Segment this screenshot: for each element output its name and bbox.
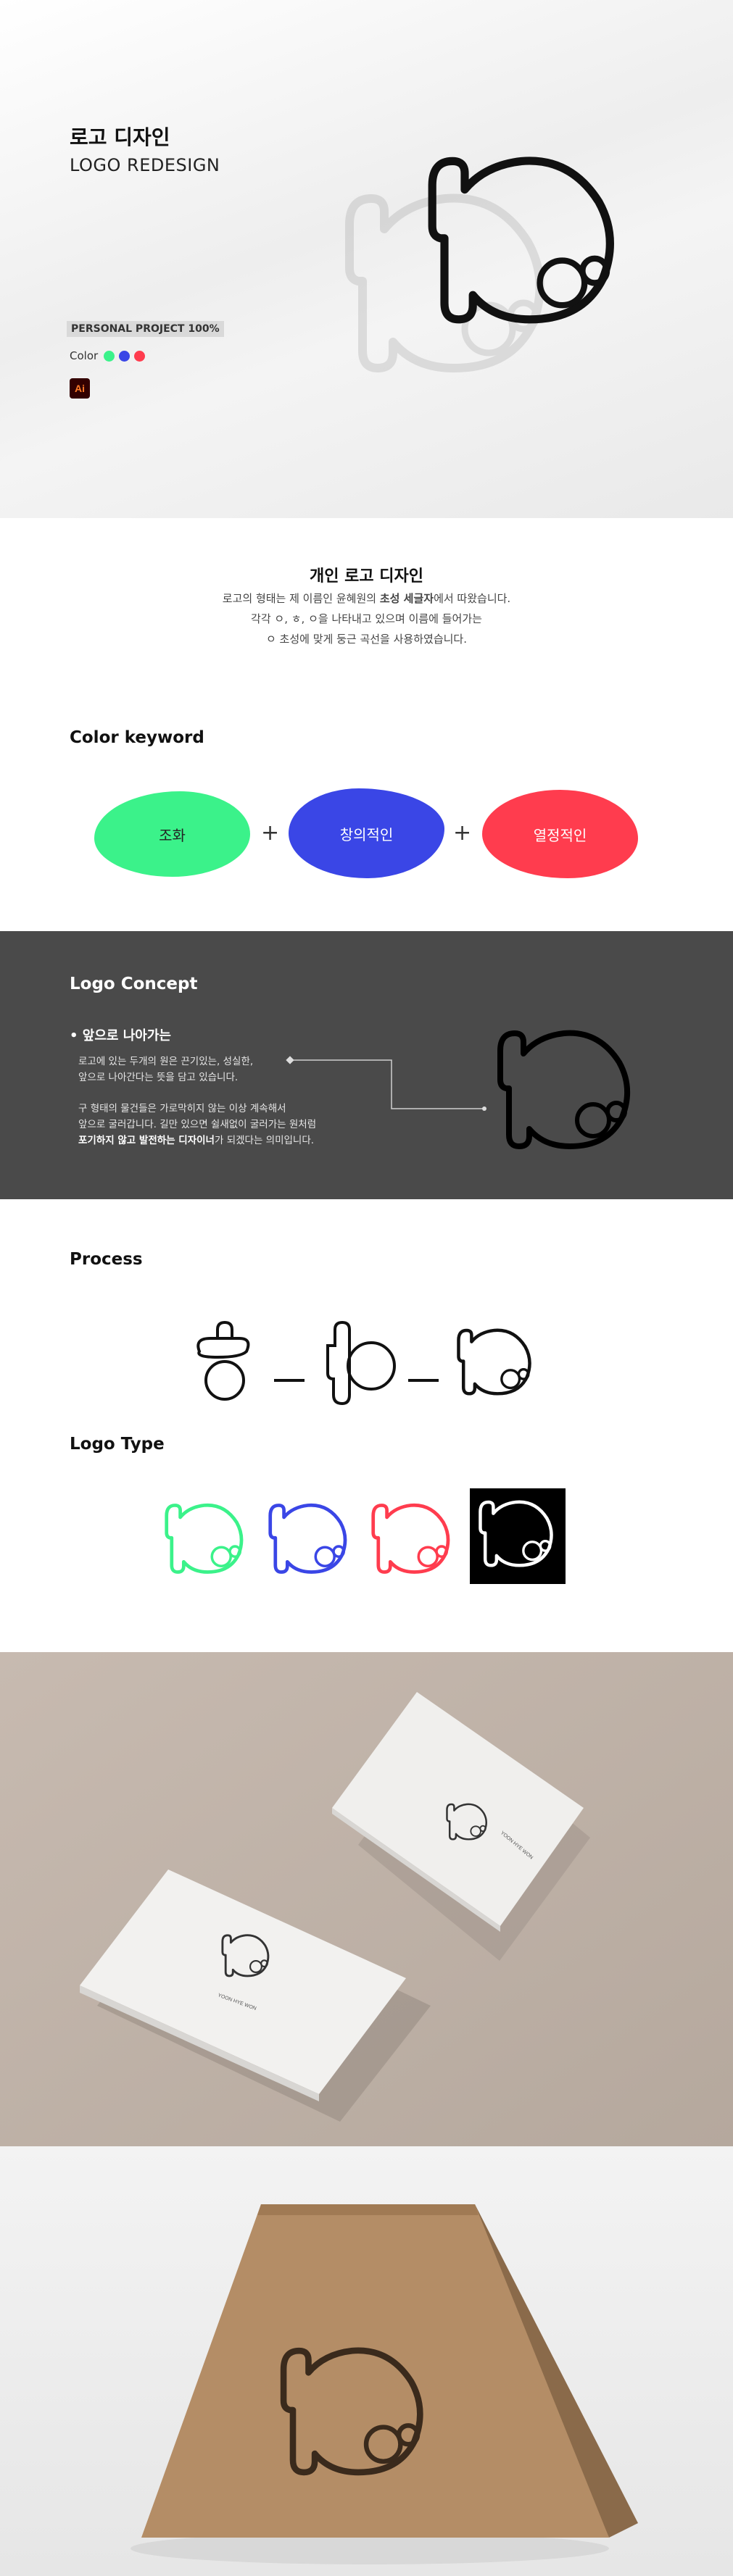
process-heading: Process (70, 1250, 143, 1269)
hero-title-ko: 로고 디자인 (70, 125, 170, 149)
tent-card-photo (131, 2204, 638, 2564)
logo-variant-red (373, 1505, 448, 1572)
concept-diagram (286, 931, 733, 1199)
color-keyword-section: Color keyword 조화 + 창의적인 + 열정적인 (0, 703, 733, 931)
hero-section: 로고 디자인 LOGO REDESIGN PERSONAL PROJECT 10… (0, 0, 733, 518)
logo-variant-green (167, 1505, 241, 1572)
plus-sign-1: + (261, 820, 280, 846)
intro-heading: 개인 로고 디자인 (310, 567, 423, 585)
illustrator-icon: Ai (70, 378, 90, 399)
color-keyword-heading: Color keyword (70, 728, 204, 747)
blue-swatch (119, 350, 131, 362)
keyword-blob-passionate: 열정적인 (482, 790, 638, 878)
color-label: Color (70, 349, 99, 362)
tent-card-mockup (0, 2146, 733, 2576)
plus-sign-2: + (453, 820, 472, 846)
process-step-hieut (196, 1320, 250, 1401)
business-card-photo: YOON HYE WON YOON HYE WON (0, 1652, 733, 2146)
keyword-blob-harmony: 조화 (94, 791, 250, 877)
keyword-blob-creative: 창의적인 (289, 788, 444, 878)
logo-variant-blue (270, 1505, 345, 1572)
keyword-passionate-label: 열정적인 (533, 826, 587, 844)
hero-title-en: LOGO REDESIGN (70, 155, 220, 175)
intro-line-1-bold: 초성 세글자 (379, 592, 434, 605)
intro-line-1-c: 에서 따왔습니다. (434, 592, 511, 605)
intro-line-1: 로고의 형태는 제 이름인 윤혜원의 초성 세글자에서 따왔습니다. (0, 591, 733, 606)
intro-line-1-a: 로고의 형태는 제 이름인 윤혜원의 (222, 592, 380, 605)
project-badge: PERSONAL PROJECT 100% (67, 321, 224, 337)
logo-type-variants (0, 1488, 566, 1584)
process-section: Process Logo Type (0, 1199, 733, 1652)
logo-type-heading: Logo Type (70, 1435, 165, 1454)
process-step-2 (326, 1320, 396, 1406)
process-step-final (458, 1330, 529, 1394)
tent-card-front (141, 2204, 609, 2538)
intro-line-3: ㅇ 초성에 맞게 둥근 곡선을 사용하였습니다. (265, 633, 467, 646)
green-swatch (104, 350, 115, 362)
red-swatch (134, 350, 146, 362)
process-diagram (196, 1320, 733, 1406)
color-row: Color (70, 349, 146, 362)
keyword-harmony-label: 조화 (159, 826, 186, 844)
hero-logo-art (0, 0, 733, 518)
intro-section: 개인 로고 디자인 로고의 형태는 제 이름인 윤혜원의 초성 세글자에서 따왔… (0, 518, 733, 703)
intro-line-2: 각각 ㅇ, ㅎ, ㅇ을 나타내고 있으며 이름에 들어가는 (251, 612, 482, 625)
logo-concept-section: Logo Concept • 앞으로 나아가는 로고에 있는 두개의 원은 끈기… (0, 931, 733, 1199)
keyword-creative-label: 창의적인 (339, 825, 394, 843)
business-card-mockup: YOON HYE WON YOON HYE WON (0, 1652, 733, 2146)
